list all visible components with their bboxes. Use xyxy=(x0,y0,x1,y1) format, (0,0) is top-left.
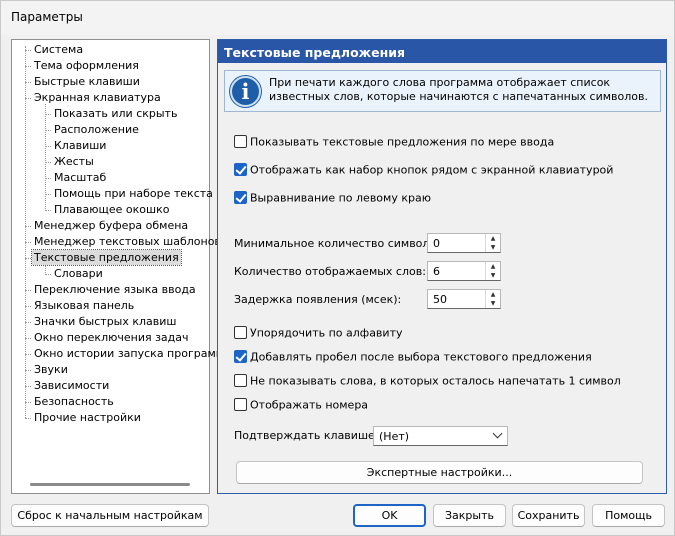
tree-item[interactable]: Экранная клавиатура xyxy=(32,90,163,105)
field-label: Минимальное количество символов: xyxy=(234,237,447,250)
checkbox-label: Добавлять пробел после выбора текстового… xyxy=(250,350,592,364)
tree-item[interactable]: Клавиши xyxy=(52,138,108,153)
tree-item[interactable]: Значки быстрых клавиш xyxy=(32,314,178,329)
number-stepper[interactable]: 0 ▲ ▼ xyxy=(427,233,501,253)
tree-item[interactable]: Языковая панель xyxy=(32,298,136,313)
checkbox-checked[interactable] xyxy=(234,162,247,176)
checkbox-unchecked[interactable] xyxy=(234,134,247,148)
stepper-value: 0 xyxy=(433,237,440,250)
checkbox-row[interactable]: Выравнивание по левому краю xyxy=(234,190,431,207)
help-button[interactable]: Помощь xyxy=(592,504,665,527)
tree-connector xyxy=(45,104,46,211)
stepper-value: 6 xyxy=(433,265,440,278)
tree-item[interactable]: Переключение языка ввода xyxy=(32,282,198,297)
field-label: Задержка появления (мсек): xyxy=(234,293,402,306)
tree-item[interactable]: Зависимости xyxy=(32,378,111,393)
checkbox-checked[interactable] xyxy=(234,190,247,204)
checkbox-row[interactable]: Добавлять пробел после выбора текстового… xyxy=(234,349,592,366)
tree-item[interactable]: Расположение xyxy=(52,122,141,137)
checkbox-unchecked[interactable] xyxy=(234,373,247,387)
stepper-arrows: ▲ ▼ xyxy=(485,234,500,252)
tree-connector xyxy=(45,264,46,275)
stepper-arrows: ▲ ▼ xyxy=(485,290,500,308)
checkbox-checked[interactable] xyxy=(234,349,247,363)
checkbox-row[interactable]: Отображать как набор кнопок рядом с экра… xyxy=(234,162,614,179)
chevron-down-icon xyxy=(492,428,503,439)
checkbox-unchecked[interactable] xyxy=(234,325,247,339)
tree-connector xyxy=(25,46,26,418)
number-stepper[interactable]: 50 ▲ ▼ xyxy=(427,289,501,309)
info-box: i При печати каждого слова программа ото… xyxy=(224,70,661,112)
checkbox-row[interactable]: Упорядочить по алфавиту xyxy=(234,325,403,342)
tree-item[interactable]: Система xyxy=(32,42,85,57)
tree-item[interactable]: Менеджер буфера обмена xyxy=(32,218,190,233)
field-label: Количество отображаемых слов: xyxy=(234,265,426,278)
close-button[interactable]: Закрыть xyxy=(433,504,506,527)
arrow-down-icon[interactable]: ▼ xyxy=(486,299,500,308)
tree-item[interactable]: Менеджер текстовых шаблонов xyxy=(32,234,223,249)
tree-item[interactable]: Жесты xyxy=(52,154,96,169)
title-bar: Параметры xyxy=(1,1,674,35)
checkbox-row[interactable]: Не показывать слова, в которых осталось … xyxy=(234,373,621,390)
tree-item[interactable]: Прочие настройки xyxy=(32,410,143,425)
tree-horizontal-scrollbar[interactable] xyxy=(30,483,190,486)
checkbox-label: Показывать текстовые предложения по мере… xyxy=(250,135,555,149)
tree-item[interactable]: Плавающее окошко xyxy=(52,202,171,217)
tree-item[interactable]: Показать или скрыть xyxy=(52,106,179,121)
save-button[interactable]: Сохранить xyxy=(512,504,585,527)
panel-title: Текстовые предложения xyxy=(218,40,666,63)
tree-item[interactable]: Тема оформления xyxy=(32,58,141,73)
settings-tree[interactable]: Система Тема оформления Быстрые клавиши Экр… xyxy=(11,39,224,494)
settings-window: Параметры Система Тема оформления Быстрые … xyxy=(0,0,675,536)
confirm-key-label: Подтверждать клавишей: xyxy=(234,429,386,442)
arrow-up-icon[interactable]: ▲ xyxy=(486,262,500,271)
arrow-up-icon[interactable]: ▲ xyxy=(486,290,500,299)
checkbox-row[interactable]: Показывать текстовые предложения по мере… xyxy=(234,134,555,151)
checkbox-label: Выравнивание по левому краю xyxy=(250,191,431,205)
checkbox-row[interactable]: Отображать номера xyxy=(234,397,369,414)
arrow-down-icon[interactable]: ▼ xyxy=(486,243,500,252)
tree-item[interactable]: Окно истории запуска программ xyxy=(32,346,226,361)
tree-item[interactable]: Словари xyxy=(52,266,105,281)
stepper-value: 50 xyxy=(433,293,447,306)
stepper-arrows: ▲ ▼ xyxy=(485,262,500,280)
arrow-down-icon[interactable]: ▼ xyxy=(486,271,500,280)
confirm-key-value: (Нет) xyxy=(379,430,410,443)
confirm-key-select[interactable]: (Нет) xyxy=(373,426,508,446)
info-icon: i xyxy=(230,76,261,107)
checkbox-label: Отображать как набор кнопок рядом с экра… xyxy=(250,163,614,177)
tree-item[interactable]: Звуки xyxy=(32,362,70,377)
expert-settings-button[interactable]: Экспертные настройки... xyxy=(236,461,643,484)
checkbox-label: Отображать номера xyxy=(250,398,369,412)
checkbox-label: Упорядочить по алфавиту xyxy=(250,326,403,340)
ok-button[interactable]: OK xyxy=(353,504,426,527)
info-text: При печати каждого слова программа отобр… xyxy=(269,76,649,103)
settings-panel: Текстовые предложения i При печати каждо… xyxy=(217,39,667,494)
checkbox-label: Не показывать слова, в которых осталось … xyxy=(250,374,621,388)
window-title: Параметры xyxy=(11,10,83,24)
tree-item[interactable]: Помощь при наборе текста xyxy=(52,186,215,201)
tree-item[interactable]: Текстовые предложения xyxy=(31,249,182,266)
number-stepper[interactable]: 6 ▲ ▼ xyxy=(427,261,501,281)
tree-connector xyxy=(25,418,31,419)
tree-item[interactable]: Безопасность xyxy=(32,394,116,409)
reset-defaults-button[interactable]: Сброс к начальным настройкам xyxy=(11,504,209,527)
tree-item[interactable]: Окно переключения задач xyxy=(32,330,191,345)
tree-item[interactable]: Быстрые клавиши xyxy=(32,74,142,89)
checkbox-unchecked[interactable] xyxy=(234,397,247,411)
arrow-up-icon[interactable]: ▲ xyxy=(486,234,500,243)
tree-item[interactable]: Масштаб xyxy=(52,170,108,185)
